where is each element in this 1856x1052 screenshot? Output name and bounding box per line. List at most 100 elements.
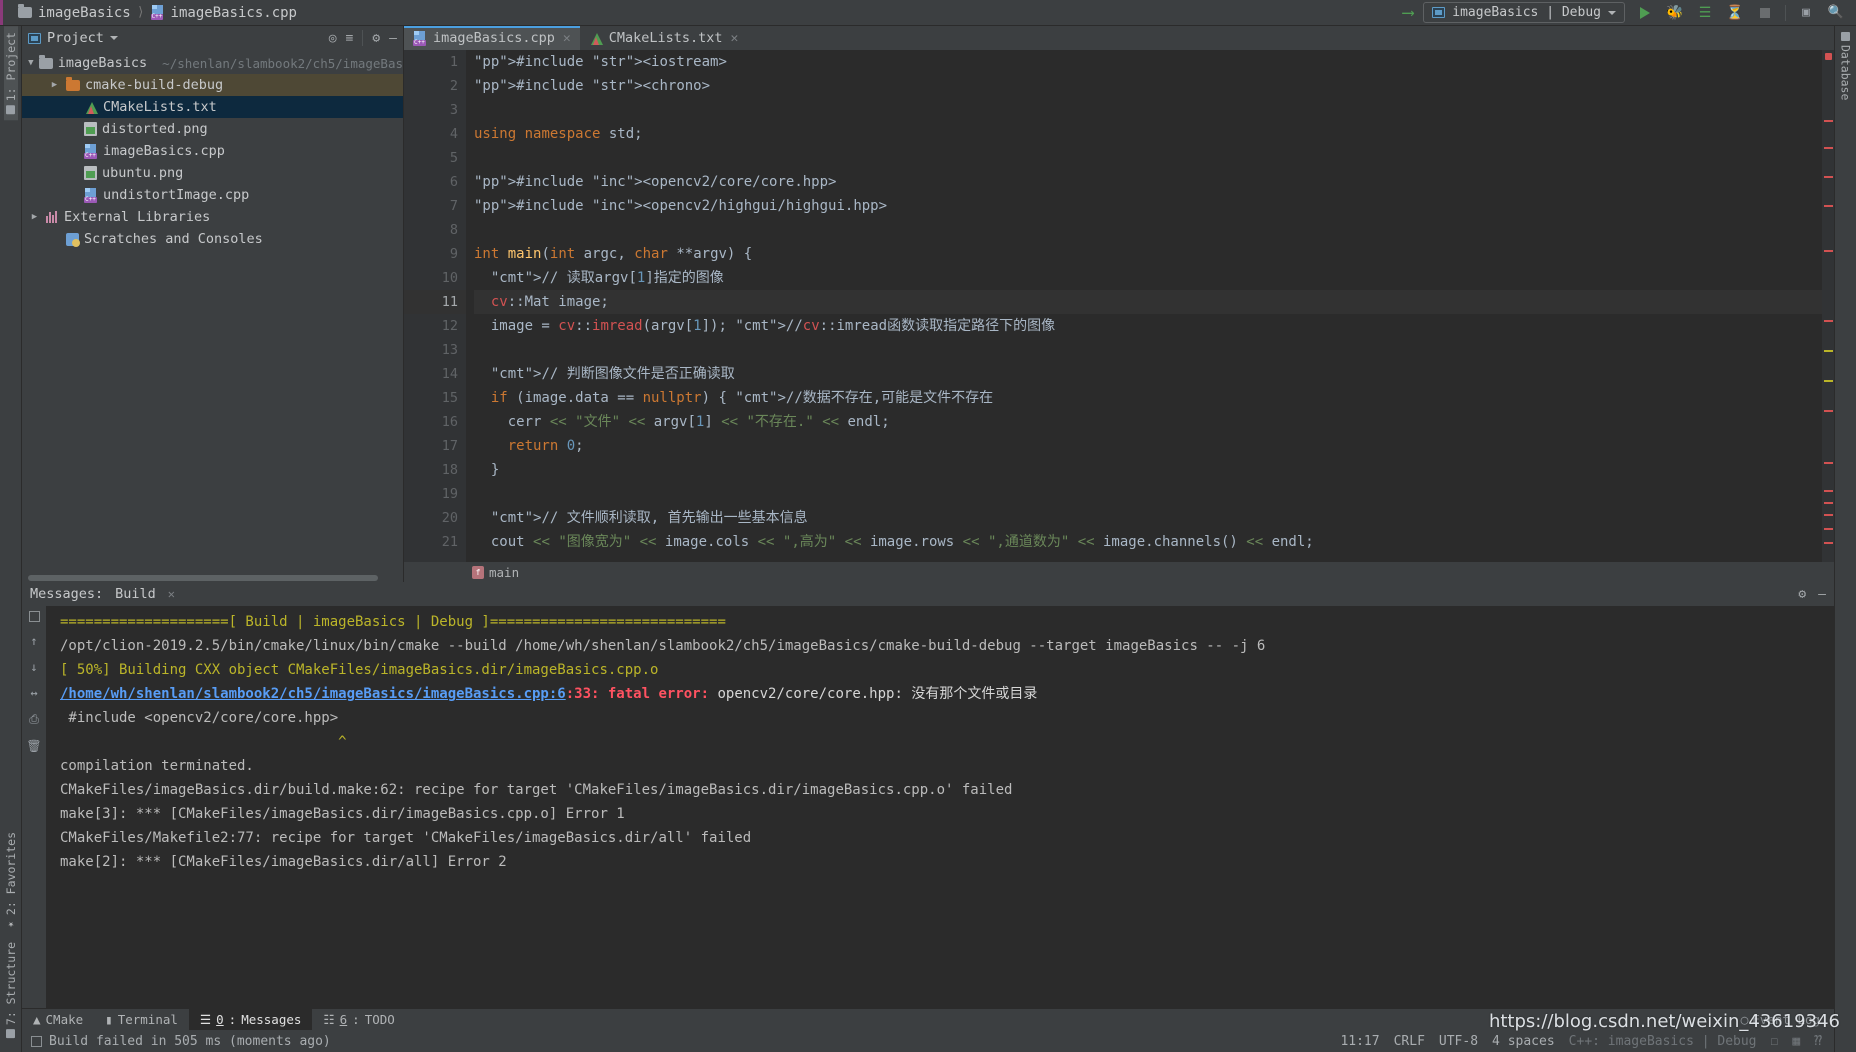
console-line[interactable]: make[3]: *** [CMakeFiles/imageBasics.dir… — [60, 802, 1834, 826]
tree-expand-arrow[interactable]: ▶ — [48, 80, 61, 90]
console-line[interactable]: /home/wh/shenlan/slambook2/ch5/imageBasi… — [60, 682, 1834, 706]
code-line[interactable]: "pp">#include "inc"><opencv2/highgui/hig… — [474, 194, 1822, 218]
code-line[interactable]: "pp">#include "inc"><opencv2/core/core.h… — [474, 170, 1822, 194]
sidebar-item-database[interactable]: Database — [1839, 26, 1853, 106]
tree-expand-arrow[interactable]: ▼ — [28, 58, 34, 68]
terminal-icon[interactable]: ▣ — [1796, 3, 1816, 23]
sidebar-item-structure[interactable]: 7: Structure — [4, 936, 18, 1044]
line-number[interactable]: 8 — [404, 218, 466, 242]
help-icon[interactable]: ⁇ — [1814, 1034, 1822, 1049]
prev-error-icon[interactable]: ↑ — [30, 634, 37, 648]
hide-icon[interactable]: — — [1818, 587, 1826, 602]
line-separator[interactable]: CRLF — [1394, 1034, 1425, 1049]
console-line[interactable]: CMakeFiles/Makefile2:77: recipe for targ… — [60, 826, 1834, 850]
console-line[interactable]: [ 50%] Building CXX object CMakeFiles/im… — [60, 658, 1834, 682]
search-icon[interactable]: 🔍 — [1826, 3, 1846, 23]
file-encoding[interactable]: UTF-8 — [1439, 1034, 1478, 1049]
code-line[interactable]: } — [474, 458, 1822, 482]
tab-cmakelists-txt[interactable]: CMakeLists.txt ✕ — [580, 26, 748, 50]
code-line[interactable] — [474, 98, 1822, 122]
line-number[interactable]: 5 — [404, 146, 466, 170]
line-number[interactable]: 18 — [404, 458, 466, 482]
print-icon[interactable]: ⎙ — [29, 712, 39, 727]
settings-gear-icon[interactable]: ⚙ — [1798, 587, 1806, 602]
caret-position[interactable]: 11:17 — [1340, 1034, 1379, 1049]
code-line[interactable]: image = cv::imread(argv[1]); "cmt">//cv:… — [474, 314, 1822, 338]
console-line[interactable]: ====================[ Build | imageBasic… — [60, 610, 1834, 634]
code-line[interactable]: "pp">#include "str"><iostream> — [474, 50, 1822, 74]
bottom-tab-messages[interactable]: ☰ 0: Messages — [188, 1009, 313, 1030]
profile-button[interactable]: ⏳ — [1725, 3, 1745, 23]
code-line[interactable]: "cmt">// 判断图像文件是否正确读取 — [474, 362, 1822, 386]
editor-breadcrumb[interactable]: f main — [404, 562, 1834, 582]
error-stripe-markers[interactable] — [1822, 50, 1834, 562]
next-error-icon[interactable]: ↓ — [30, 660, 37, 674]
run-with-coverage-button[interactable]: ☰ — [1695, 3, 1715, 23]
debug-button[interactable]: 🐝 — [1665, 3, 1685, 23]
tree-node[interactable]: ▶ cmake-build-debug — [22, 74, 403, 96]
tree-node[interactable]: CMakeLists.txt — [22, 96, 403, 118]
breadcrumb-item-file[interactable]: C++ imageBasics.cpp — [150, 5, 297, 21]
code-line[interactable]: int main(int argc, char **argv) { — [474, 242, 1822, 266]
line-number[interactable]: 4 — [404, 122, 466, 146]
tree-node[interactable]: C++ undistortImage.cpp — [22, 184, 403, 206]
bottom-tab-cmake[interactable]: ▲ CMake — [22, 1009, 94, 1030]
context-label[interactable]: C++: imageBasics | Debug — [1569, 1034, 1757, 1049]
code-line[interactable]: "cmt">// 文件顺利读取, 首先输出一些基本信息 — [474, 506, 1822, 530]
tree-expand-arrow[interactable]: ▶ — [28, 212, 41, 222]
code-line[interactable]: if (image.data == nullptr) { "cmt">//数据不… — [474, 386, 1822, 410]
lock-icon[interactable]: ☐ — [1771, 1034, 1779, 1049]
line-number-gutter[interactable]: 1▼2▲3456789▶▼101112131415161718192021 — [404, 50, 482, 562]
line-number[interactable]: 7 — [404, 194, 466, 218]
code-line[interactable]: using namespace std; — [474, 122, 1822, 146]
run-configuration-selector[interactable]: imageBasics | Debug — [1423, 2, 1625, 23]
line-number[interactable]: 21 — [404, 530, 466, 554]
error-count-marker[interactable] — [1825, 53, 1832, 60]
run-button[interactable] — [1635, 3, 1655, 23]
code-line[interactable]: return 0; — [474, 434, 1822, 458]
settings-gear-icon[interactable]: ⚙ — [372, 31, 380, 46]
bottom-tab-terminal[interactable]: ▮ Terminal — [94, 1009, 189, 1030]
console-line[interactable]: #include <opencv2/core/core.hpp> — [60, 706, 1834, 730]
hide-icon[interactable]: — — [389, 31, 397, 46]
tree-node[interactable]: distorted.png — [22, 118, 403, 140]
tab-imagebasics-cpp[interactable]: C++ imageBasics.cpp ✕ — [404, 26, 580, 50]
sidebar-item-project[interactable]: 1: Project — [3, 26, 18, 121]
stop-button[interactable] — [1755, 3, 1775, 23]
code-line[interactable]: "pp">#include "str"><chrono> — [474, 74, 1822, 98]
jump-to-source-icon[interactable]: ⟶ — [1403, 3, 1413, 23]
line-number[interactable]: 10 — [404, 266, 466, 290]
console-line[interactable]: compilation terminated. — [60, 754, 1834, 778]
chevron-down-icon[interactable] — [109, 36, 118, 40]
line-number[interactable]: 14 — [404, 362, 466, 386]
code-line[interactable]: "cmt">// 读取argv[1]指定的图像 — [474, 266, 1822, 290]
line-number[interactable]: 3 — [404, 98, 466, 122]
line-number[interactable]: 13 — [404, 338, 466, 362]
line-number[interactable]: 11 — [404, 290, 466, 314]
close-icon[interactable]: ✕ — [731, 31, 739, 46]
sidebar-item-favorites[interactable]: ★ 2: Favorites — [4, 826, 18, 936]
tree-node[interactable]: C++ imageBasics.cpp — [22, 140, 403, 162]
indent-setting[interactable]: 4 spaces — [1492, 1034, 1555, 1049]
tree-node[interactable]: Scratches and Consoles — [22, 228, 403, 250]
code-line[interactable]: cerr << "文件" << argv[1] << "不存在." << end… — [474, 410, 1822, 434]
tree-node[interactable]: ▼ imageBasics ~/shenlan/slambook2/ch5/imag… — [22, 52, 403, 74]
line-number[interactable]: 2▲ — [404, 74, 480, 98]
toggle-icon[interactable] — [28, 611, 40, 622]
code-line[interactable] — [474, 218, 1822, 242]
event-log-button[interactable]: ◯ Event Log — [1741, 1012, 1820, 1027]
breadcrumb-item-project[interactable]: imageBasics — [18, 4, 131, 21]
close-icon[interactable]: ✕ — [168, 587, 175, 601]
tree-node[interactable]: ubuntu.png — [22, 162, 403, 184]
project-tree[interactable]: ▼ imageBasics ~/shenlan/slambook2/ch5/imag… — [22, 50, 403, 573]
console-line[interactable]: make[2]: *** [CMakeFiles/imageBasics.dir… — [60, 850, 1834, 874]
line-number[interactable]: 15 — [404, 386, 466, 410]
delete-icon[interactable]: 🗑 — [26, 739, 41, 753]
line-number[interactable]: 20 — [404, 506, 466, 530]
line-number[interactable]: 6 — [404, 170, 466, 194]
line-number[interactable]: 12 — [404, 314, 466, 338]
close-icon[interactable]: ✕ — [563, 31, 571, 46]
console-line[interactable]: ^ — [60, 730, 1834, 754]
build-console-output[interactable]: ====================[ Build | imageBasic… — [46, 606, 1834, 1008]
line-number[interactable]: 19 — [404, 482, 466, 506]
